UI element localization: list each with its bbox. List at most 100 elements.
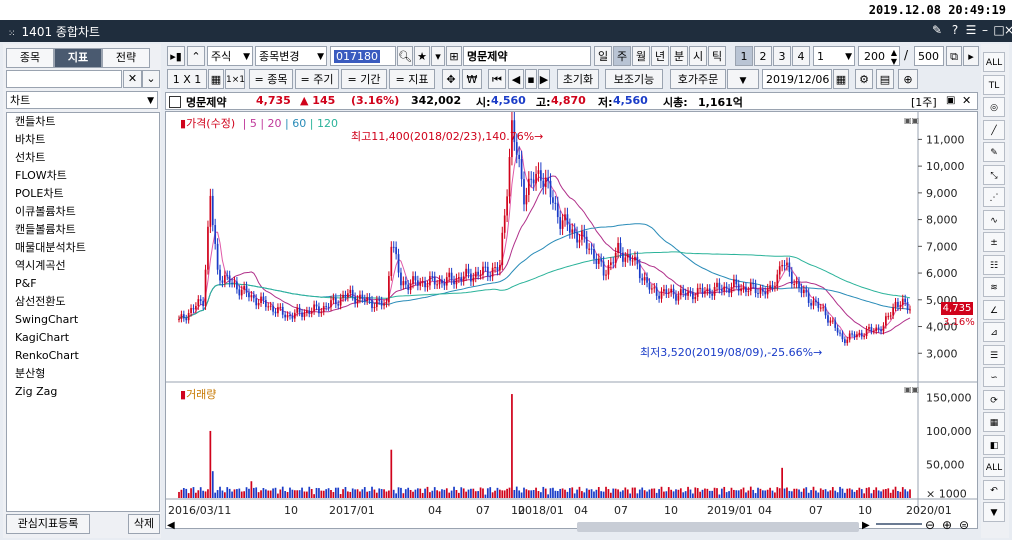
chart-type-item[interactable]: POLE차트	[7, 185, 159, 203]
chart-type-item[interactable]: KagiChart	[7, 329, 159, 347]
grid-icon[interactable]: ▦	[983, 412, 1005, 432]
tab-jipyo[interactable]: 지표	[54, 48, 102, 68]
panel-maximize-icon[interactable]: ▣	[946, 95, 955, 106]
scroll-first-icon[interactable]: ⏮	[488, 69, 506, 89]
tool-icon[interactable]: TL	[983, 74, 1005, 95]
interval-number-button[interactable]: 3	[773, 46, 791, 66]
chart-type-item[interactable]: 캔들차트	[7, 113, 159, 131]
zoom-in-icon[interactable]: ⊕	[942, 518, 952, 532]
parallel-icon[interactable]: ≋	[983, 277, 1005, 297]
all-tools-icon[interactable]: ALL	[983, 52, 1005, 72]
scroll-up-button[interactable]: ⌃	[187, 46, 205, 66]
layout-menu-icon[interactable]: ▸	[963, 46, 979, 66]
layout-1x1-button[interactable]: 1 X 1	[167, 69, 207, 89]
chart-type-item[interactable]: 분산형	[7, 365, 159, 383]
currency-won-icon[interactable]: ₩	[462, 69, 482, 89]
zoom-out-icon[interactable]: ⊖	[925, 518, 935, 532]
chart-type-item[interactable]: 삼선전환도	[7, 293, 159, 311]
price-volume-chart[interactable]: 11,00010,0009,0008,0007,0006,0005,0004,0…	[166, 112, 977, 528]
period-button[interactable]: 일	[594, 46, 612, 66]
menu-icon[interactable]: ☰	[964, 22, 978, 38]
chart-type-item[interactable]: 역시계곡선	[7, 257, 159, 275]
market-select[interactable]: 주식 ▼	[207, 46, 253, 66]
sync-indicator-button[interactable]: = 지표	[389, 69, 435, 89]
period-button[interactable]: 월	[632, 46, 650, 66]
chart-type-item[interactable]: 캔들볼륨차트	[7, 221, 159, 239]
scroll-left-icon[interactable]: ◀	[508, 69, 524, 89]
order-button[interactable]: 호가주문	[670, 69, 726, 89]
scroll-right-arrow[interactable]: ▶	[862, 520, 870, 531]
line-icon[interactable]: ╱	[983, 119, 1005, 140]
window-menu-icon[interactable]: ⁙	[8, 29, 16, 39]
change-select[interactable]: 종목변경 ▼	[255, 46, 327, 66]
period-button[interactable]: 시	[689, 46, 707, 66]
info-checkbox[interactable]	[169, 96, 181, 108]
aux-function-button[interactable]: 보조기능	[605, 69, 663, 89]
help-icon[interactable]: ?	[948, 22, 962, 38]
scroll-thumb[interactable]	[577, 522, 859, 532]
period-button[interactable]: 년	[651, 46, 669, 66]
scroll-right-icon[interactable]: ▶	[538, 69, 550, 89]
calendar-icon[interactable]: ▦	[833, 69, 849, 89]
interval-number-button[interactable]: 1	[735, 46, 753, 66]
trend-icon[interactable]: ⤡	[983, 164, 1005, 185]
tab-jongmok[interactable]: 종목	[6, 48, 54, 68]
move-cross-icon[interactable]: ✥	[442, 69, 460, 89]
print-icon[interactable]: ▤	[876, 69, 894, 89]
chart-type-item[interactable]: P&F	[7, 275, 159, 293]
search-dropdown-button[interactable]: ⌄	[142, 70, 160, 88]
interval-number-select[interactable]: 1 ▼	[813, 46, 855, 66]
cursor-icon[interactable]: ◎	[983, 97, 1005, 117]
chart-panel-controls[interactable]: ▣▣	[904, 116, 919, 125]
chart-type-item[interactable]: 바차트	[7, 131, 159, 149]
undo-icon[interactable]: ↶	[983, 479, 1005, 500]
channel-icon[interactable]: ☷	[983, 254, 1005, 275]
stop-icon[interactable]: ▪	[525, 69, 537, 89]
category-select[interactable]: 차트 ▼	[6, 91, 158, 109]
interval-number-button[interactable]: 2	[754, 46, 772, 66]
chart-type-item[interactable]: Zig Zag	[7, 383, 159, 401]
layout-add-icon[interactable]: ⧉	[946, 46, 962, 66]
chart-type-item[interactable]: 선차트	[7, 149, 159, 167]
marker-icon[interactable]: ◧	[983, 434, 1005, 455]
wave-icon[interactable]: ∿	[983, 209, 1005, 230]
chart-type-item[interactable]: 매물대분석차트	[7, 239, 159, 257]
settings-gear-icon[interactable]: ⚙	[855, 69, 873, 89]
chart-type-item[interactable]: RenkoChart	[7, 347, 159, 365]
cycle-icon[interactable]: ⟳	[983, 389, 1005, 410]
list-icon[interactable]: ▾	[431, 46, 445, 66]
volume-panel-controls[interactable]: ▣▣	[904, 385, 919, 394]
stock-code-input[interactable]: 017180	[330, 46, 396, 66]
interval-number-button[interactable]: 4	[792, 46, 810, 66]
stepper-icon[interactable]: ▲ ▼	[891, 48, 897, 66]
close-icon[interactable]: ×	[1004, 22, 1012, 38]
date-input[interactable]: 2019/12/06	[762, 69, 832, 89]
period-button[interactable]: 틱	[708, 46, 726, 66]
scroll-left-arrow[interactable]: ◀	[167, 520, 175, 531]
favorite-star-icon[interactable]: ★	[414, 46, 430, 66]
chart-type-item[interactable]: SwingChart	[7, 311, 159, 329]
search-icon[interactable]: 🔍︎	[397, 46, 413, 66]
grid-icon[interactable]: ⊞	[446, 46, 462, 66]
delete-button[interactable]: 삭제	[128, 514, 160, 534]
scroll-down-icon[interactable]: ▼	[983, 502, 1005, 522]
ratio-1x1-icon[interactable]: 1×1	[225, 69, 245, 89]
gann-icon[interactable]: ⊿	[983, 322, 1005, 342]
curve-icon[interactable]: ∽	[983, 367, 1005, 387]
zoom-reset-icon[interactable]: ⊜	[959, 518, 969, 532]
pin-icon[interactable]: ✎	[930, 22, 944, 38]
period-button[interactable]: 주	[613, 46, 631, 66]
prev-frame-button[interactable]: ▸▮	[167, 46, 185, 66]
reset-button[interactable]: 초기화	[557, 69, 599, 89]
tab-jeollyak[interactable]: 전략	[102, 48, 150, 68]
panel-close-icon[interactable]: ✕	[962, 94, 971, 107]
grid-layout-icon[interactable]: ▦	[208, 69, 224, 89]
zoom-slider[interactable]	[876, 523, 922, 525]
order-dropdown-button[interactable]: ▼	[727, 69, 759, 89]
chart-type-item[interactable]: 이큐볼륨차트	[7, 203, 159, 221]
angle-icon[interactable]: ∠	[983, 299, 1005, 320]
minimize-icon[interactable]: –	[978, 22, 992, 38]
fibonacci-icon[interactable]: ⋰	[983, 187, 1005, 207]
all-delete-icon[interactable]: ALL	[983, 457, 1005, 477]
zoom-chart-icon[interactable]: ⊕	[898, 69, 918, 89]
